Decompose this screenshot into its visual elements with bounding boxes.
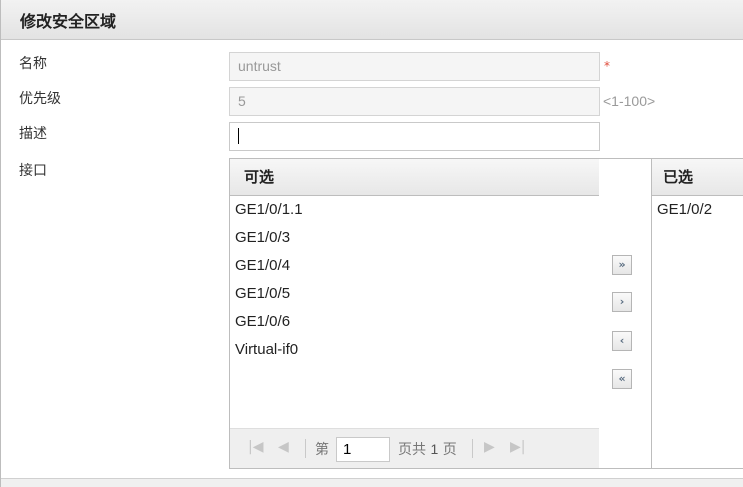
selected-interfaces-panel: 已选 GE1/0/2 — [651, 158, 743, 469]
page-number-value: 1 — [343, 441, 352, 458]
available-list: GE1/0/1.1 GE1/0/3 GE1/0/4 GE1/0/5 GE1/0/… — [230, 196, 599, 364]
first-page-icon[interactable]: |◀ — [248, 439, 263, 455]
available-item[interactable]: GE1/0/6 — [230, 308, 599, 336]
text-caret — [238, 128, 239, 145]
selected-item[interactable]: GE1/0/2 — [652, 196, 743, 224]
name-label: 名称 — [19, 56, 47, 72]
add-all-button[interactable]: » — [612, 255, 632, 275]
next-page-icon[interactable]: ▶ — [484, 439, 495, 455]
available-item[interactable]: GE1/0/3 — [230, 224, 599, 252]
pager-separator — [305, 439, 306, 458]
required-mark: * — [604, 59, 610, 73]
description-label: 描述 — [19, 126, 47, 142]
total-suffix: 页 — [442, 442, 457, 458]
priority-range-hint: <1-100> — [603, 93, 656, 109]
name-value: untrust — [238, 58, 281, 74]
edit-security-zone-dialog: 修改安全区域 名称 untrust * 优先级 5 <1-100> 描述 接口 … — [0, 0, 743, 487]
available-item[interactable]: GE1/0/5 — [230, 280, 599, 308]
priority-label: 优先级 — [19, 91, 61, 107]
interface-label: 接口 — [19, 163, 47, 179]
page-number-input[interactable]: 1 — [336, 437, 390, 462]
page-suffix: 页共 — [398, 442, 426, 458]
dialog-title: 修改安全区域 — [20, 12, 117, 31]
transfer-buttons-column: » › ‹ « — [599, 158, 652, 469]
priority-input: 5 — [229, 87, 600, 116]
dialog-title-bar: 修改安全区域 — [1, 0, 743, 40]
available-item[interactable]: GE1/0/4 — [230, 252, 599, 280]
remove-button[interactable]: ‹ — [612, 331, 632, 351]
name-input: untrust — [229, 52, 600, 81]
available-interfaces-panel: 可选 GE1/0/1.1 GE1/0/3 GE1/0/4 GE1/0/5 GE1… — [229, 158, 600, 469]
total-pages: 1 — [430, 441, 439, 457]
page-total-text: 页共 1 页 — [398, 439, 457, 459]
pagination-bar: |◀ ◀ 第 1 页共 1 页 ▶ ▶| — [230, 428, 599, 468]
available-item[interactable]: Virtual-if0 — [230, 336, 599, 364]
prev-page-icon[interactable]: ◀ — [278, 439, 289, 455]
remove-all-button[interactable]: « — [612, 369, 632, 389]
available-item[interactable]: GE1/0/1.1 — [230, 196, 599, 224]
selected-list: GE1/0/2 — [652, 196, 743, 224]
add-button[interactable]: › — [612, 292, 632, 312]
available-header: 可选 — [230, 159, 599, 196]
last-page-icon[interactable]: ▶| — [510, 439, 525, 455]
pager-separator — [472, 439, 473, 458]
dialog-footer — [1, 478, 743, 487]
page-prefix: 第 — [315, 442, 329, 458]
description-input[interactable] — [229, 122, 600, 151]
priority-value: 5 — [238, 93, 246, 109]
selected-header: 已选 — [652, 159, 743, 196]
